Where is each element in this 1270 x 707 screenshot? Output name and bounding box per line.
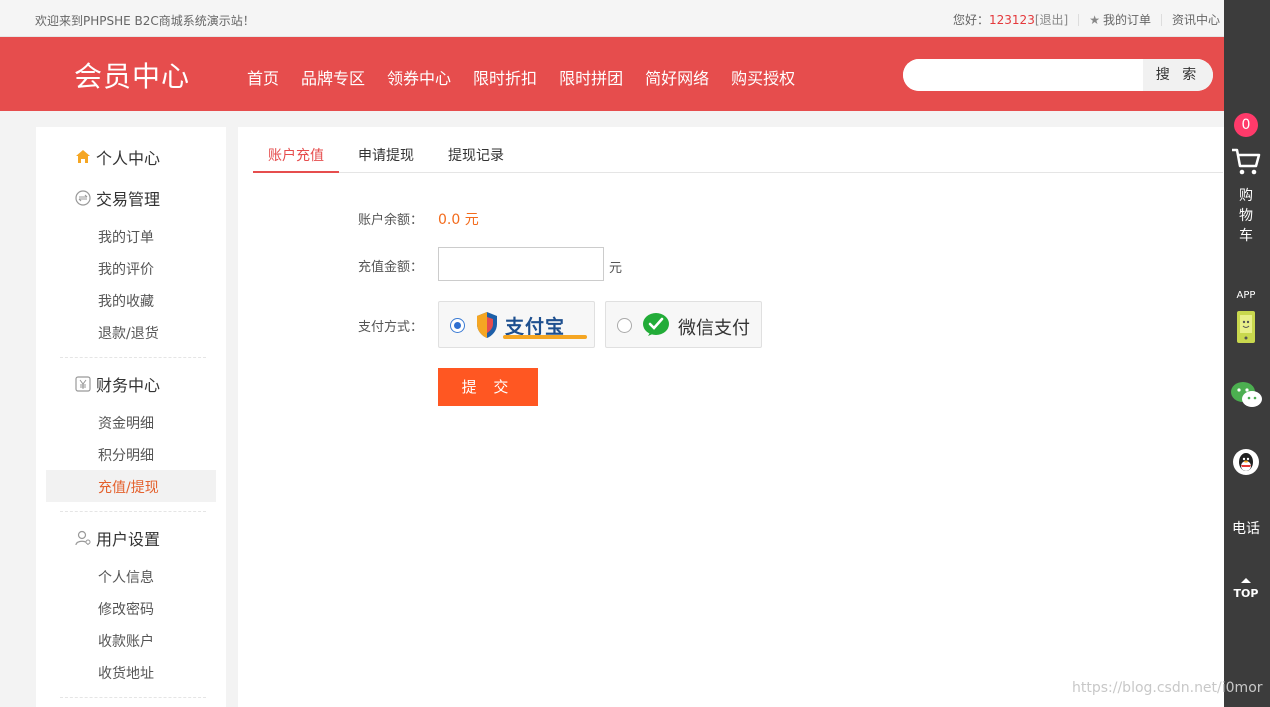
submit-button[interactable]: 提 交 xyxy=(438,368,538,406)
divider xyxy=(1160,13,1162,26)
alipay-radio[interactable] xyxy=(450,318,465,333)
nav-buy-license[interactable]: 购买授权 xyxy=(731,65,795,89)
sidebar: 个人中心 交易管理 我的订单 我的评价 我的收藏 退款/退货 财务中心 资金明细… xyxy=(36,127,226,707)
sidebar-trade-label: 交易管理 xyxy=(96,190,161,209)
sidebar-item-recharge-withdraw[interactable]: 充值/提现 xyxy=(98,477,159,497)
divider xyxy=(1078,13,1080,26)
sidebar-item-my-reviews[interactable]: 我的评价 xyxy=(98,259,154,279)
sidebar-item-my-orders[interactable]: 我的订单 xyxy=(98,227,154,247)
home-icon xyxy=(74,148,92,166)
main-nav: 首页 品牌专区 领券中心 限时折扣 限时拼团 简好网络 购买授权 xyxy=(247,65,817,89)
sidebar-item-change-password[interactable]: 修改密码 xyxy=(98,599,154,619)
amount-unit: 元 xyxy=(609,261,623,276)
pay-option-alipay[interactable]: 支付宝 xyxy=(438,301,595,348)
logout-link[interactable]: [退出] xyxy=(1035,11,1068,28)
wechat-icon[interactable] xyxy=(1230,380,1264,414)
sidebar-item-profile[interactable]: 个人信息 xyxy=(98,567,154,587)
header: 会员中心 首页 品牌专区 领券中心 限时折扣 限时拼团 简好网络 购买授权 搜 … xyxy=(0,37,1224,111)
cart-icon[interactable] xyxy=(1231,148,1261,180)
search-box: 搜 索 xyxy=(903,59,1213,91)
welcome-text: 欢迎来到PHPSHE B2C商城系统演示站！ xyxy=(35,14,255,28)
cart-label[interactable]: 购物车 xyxy=(1236,186,1256,246)
back-to-top-icon[interactable]: TOP xyxy=(1232,576,1260,604)
amount-label: 充值金额： xyxy=(358,260,424,275)
sidebar-user-label: 用户设置 xyxy=(96,530,161,549)
my-orders-link[interactable]: 我的订单 xyxy=(1103,11,1151,28)
tab-withdraw-request[interactable]: 申请提现 xyxy=(358,145,414,173)
wechat-pay-icon xyxy=(642,312,670,342)
user-settings-icon xyxy=(74,529,92,547)
nav-home[interactable]: 首页 xyxy=(247,65,279,89)
yuan-icon xyxy=(74,375,92,393)
phone-label[interactable]: 电话 xyxy=(1224,518,1268,538)
pay-method-label: 支付方式： xyxy=(358,320,424,335)
sidebar-item-points-details[interactable]: 积分明细 xyxy=(98,445,154,465)
exchange-icon xyxy=(74,189,92,207)
sidebar-personal-label: 个人中心 xyxy=(96,149,161,168)
sidebar-item-payee-account[interactable]: 收款账户 xyxy=(98,631,154,651)
username-link[interactable]: 123123 xyxy=(989,13,1035,27)
recharge-amount-input[interactable] xyxy=(438,247,604,281)
sidebar-finance-label: 财务中心 xyxy=(96,376,161,395)
main-panel: 账户充值 申请提现 提现记录 账户余额： 0.0 元 充值金额： 元 支付方式：… xyxy=(238,127,1224,707)
sidebar-finance-header: 财务中心 xyxy=(74,372,160,396)
sidebar-item-refunds[interactable]: 退款/退货 xyxy=(98,323,159,343)
nav-jianhao[interactable]: 简好网络 xyxy=(645,65,709,89)
sidebar-personal-center[interactable]: 个人中心 xyxy=(74,145,160,169)
nav-flash-discount[interactable]: 限时折扣 xyxy=(473,65,537,89)
tab-recharge[interactable]: 账户充值 xyxy=(253,145,339,173)
page-title: 会员中心 xyxy=(74,60,191,93)
watermark: https://blog.csdn.net/i0mor xyxy=(1072,680,1263,696)
wechat-pay-text: 微信支付 xyxy=(678,318,750,339)
tab-bar: 账户充值 申请提现 提现记录 xyxy=(253,145,1223,173)
search-button[interactable]: 搜 索 xyxy=(1143,59,1213,91)
tab-withdraw-records[interactable]: 提现记录 xyxy=(448,145,504,173)
app-phone-icon[interactable] xyxy=(1236,310,1256,348)
nav-group-buy[interactable]: 限时拼团 xyxy=(559,65,623,89)
alipay-swoosh xyxy=(503,335,587,339)
divider xyxy=(60,697,206,698)
news-link[interactable]: 资讯中心 xyxy=(1172,11,1220,28)
search-input[interactable] xyxy=(903,59,1143,91)
sidebar-item-fund-details[interactable]: 资金明细 xyxy=(98,413,154,433)
pay-option-wechat[interactable]: 微信支付 xyxy=(605,301,762,348)
sidebar-user-header: 用户设置 xyxy=(74,526,160,550)
top-bar: 欢迎来到PHPSHE B2C商城系统演示站！ 您好： 123123 [退出] ★… xyxy=(0,0,1224,37)
top-label: TOP xyxy=(1234,587,1259,600)
sidebar-trade-header: 交易管理 xyxy=(74,186,160,210)
sidebar-item-my-favorites[interactable]: 我的收藏 xyxy=(98,291,154,311)
nav-brands[interactable]: 品牌专区 xyxy=(301,65,365,89)
top-bar-links: 您好： 123123 [退出] ★ 我的订单 资讯中心 xyxy=(953,11,1220,28)
divider xyxy=(60,357,206,358)
divider xyxy=(60,511,206,512)
nav-coupons[interactable]: 领券中心 xyxy=(387,65,451,89)
star-icon: ★ xyxy=(1089,12,1100,27)
hello-text: 您好： xyxy=(953,13,990,27)
cart-count-badge: 0 xyxy=(1234,113,1258,137)
app-label: APP xyxy=(1236,290,1256,301)
sidebar-item-shipping-address[interactable]: 收货地址 xyxy=(98,663,154,683)
wechat-radio[interactable] xyxy=(617,318,632,333)
right-toolbar: 0 购物车 APP 电话 TOP xyxy=(1224,0,1270,707)
alipay-shield-icon xyxy=(475,311,499,343)
balance-label: 账户余额： xyxy=(358,213,424,228)
qq-icon[interactable] xyxy=(1232,447,1260,481)
balance-value: 0.0 元 xyxy=(438,212,479,228)
